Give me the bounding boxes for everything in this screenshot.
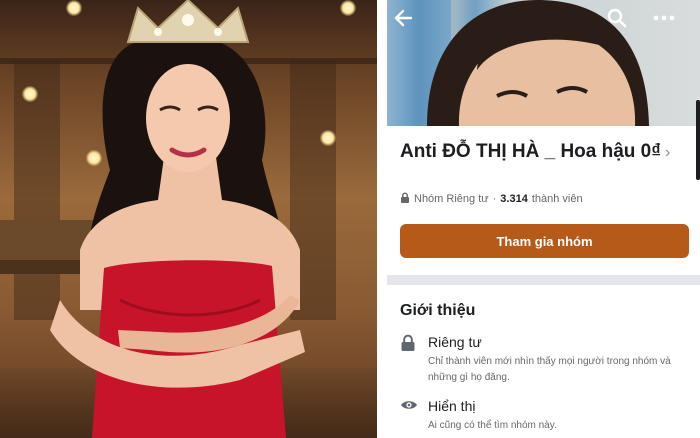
member-count[interactable]: 3.314: [500, 193, 528, 205]
privacy-label: Nhóm Riêng tư: [414, 193, 489, 205]
about-item-description: Chỉ thành viên mới nhìn thấy mọi người t…: [428, 356, 671, 383]
scroll-edge: [696, 100, 700, 180]
panel-divider: [377, 0, 387, 438]
eye-icon: [400, 398, 418, 416]
beauty-queen-photo: [0, 0, 377, 438]
group-page: Anti ĐỖ THỊ HÀ _ Hoa hậu 0₫ › Nhóm Riêng …: [387, 0, 700, 438]
group-name-text[interactable]: Anti ĐỖ THỊ HÀ _ Hoa hậu 0₫: [400, 141, 661, 162]
about-item-title: Riêng tư: [428, 334, 482, 350]
lock-icon: [400, 192, 410, 206]
section-divider: [387, 275, 700, 285]
group-meta: Nhóm Riêng tư · 3.314 thành viên: [400, 192, 583, 206]
group-cover-photo: [387, 0, 700, 126]
search-icon[interactable]: [607, 8, 635, 36]
about-heading: Giới thiệu: [400, 302, 476, 319]
meta-separator: ·: [492, 193, 497, 205]
member-label[interactable]: thành viên: [532, 193, 583, 205]
group-name[interactable]: Anti ĐỖ THỊ HÀ _ Hoa hậu 0₫ ›: [400, 138, 690, 166]
back-arrow-icon[interactable]: [393, 8, 421, 36]
about-item-description: Ai cũng có thể tìm nhóm này.: [428, 420, 557, 431]
join-group-button[interactable]: Tham gia nhóm: [400, 224, 689, 258]
more-options-icon[interactable]: [653, 8, 681, 36]
chevron-right-icon[interactable]: ›: [665, 144, 670, 161]
lock-icon: [400, 334, 418, 352]
about-item-title: Hiển thị: [428, 398, 476, 414]
